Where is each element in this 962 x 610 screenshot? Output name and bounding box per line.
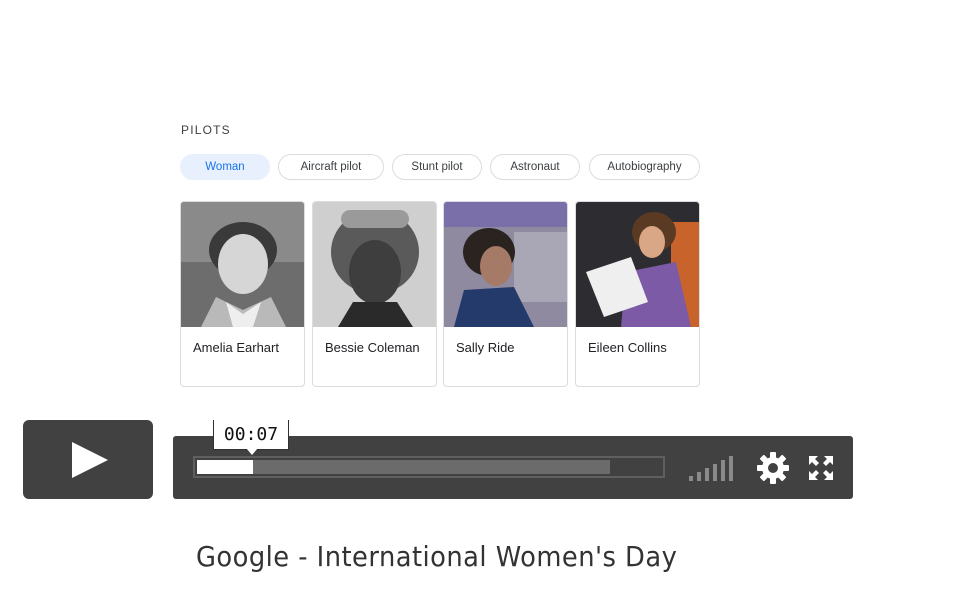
portrait-photo — [444, 202, 567, 327]
portrait-photo — [313, 202, 436, 327]
time-tooltip: 00:07 — [213, 420, 289, 455]
gear-icon[interactable] — [755, 450, 791, 486]
person-card-amelia-earhart[interactable]: Amelia Earhart — [180, 201, 305, 387]
fullscreen-icon[interactable] — [807, 454, 835, 482]
person-card-bessie-coleman[interactable]: Bessie Coleman — [312, 201, 437, 387]
person-card-eileen-collins[interactable]: Eileen Collins — [575, 201, 700, 387]
play-icon — [72, 442, 108, 478]
play-button[interactable] — [23, 420, 153, 499]
played-fill — [197, 460, 253, 474]
person-name: Bessie Coleman — [325, 340, 420, 355]
person-card-sally-ride[interactable]: Sally Ride — [443, 201, 568, 387]
chip-aircraft-pilot[interactable]: Aircraft pilot — [278, 154, 384, 180]
section-heading: PILOTS — [181, 123, 231, 137]
person-name: Eileen Collins — [588, 340, 667, 355]
buffered-fill — [197, 460, 610, 474]
video-title: Google - International Women's Day — [196, 540, 678, 573]
current-time: 00:07 — [223, 424, 279, 445]
volume-icon[interactable] — [689, 455, 737, 481]
chip-astronaut[interactable]: Astronaut — [490, 154, 580, 180]
progress-bar[interactable] — [193, 456, 665, 478]
chip-autobiography[interactable]: Autobiography — [589, 154, 700, 180]
chip-stunt-pilot[interactable]: Stunt pilot — [392, 154, 482, 180]
portrait-photo — [181, 202, 304, 327]
person-name: Amelia Earhart — [193, 340, 279, 355]
chip-woman[interactable]: Woman — [180, 154, 270, 180]
portrait-photo — [576, 202, 699, 327]
person-name: Sally Ride — [456, 340, 515, 355]
